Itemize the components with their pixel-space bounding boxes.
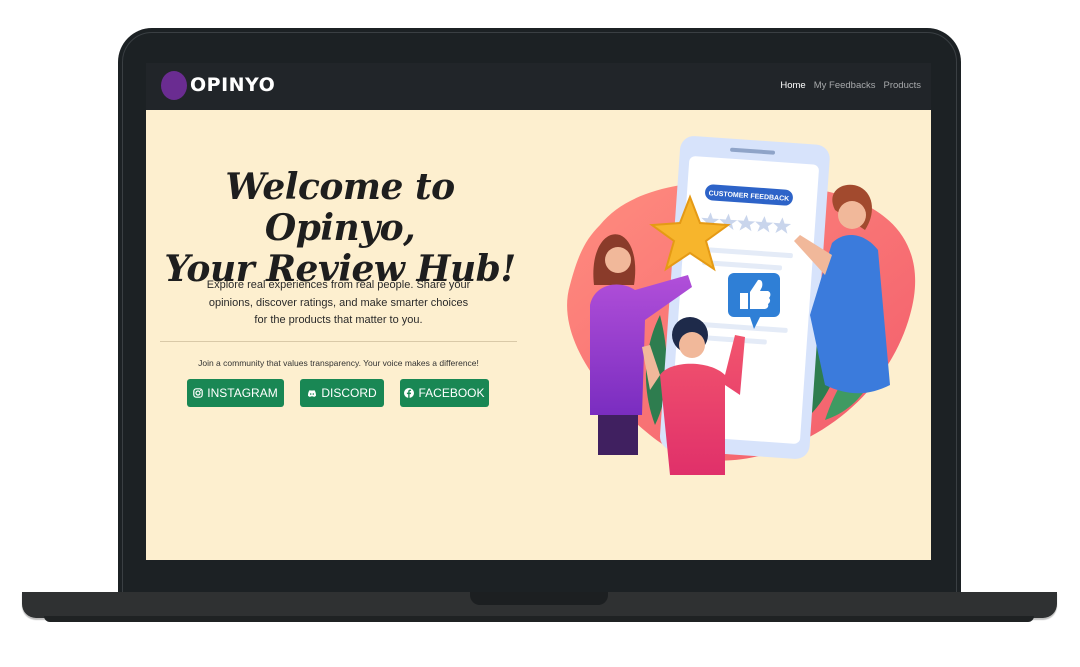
facebook-icon	[404, 388, 415, 398]
hero-title: Welcome to Opinyo, Your Review Hub!	[146, 167, 534, 290]
discord-button[interactable]: DISCORD	[300, 379, 384, 407]
instagram-button[interactable]: INSTAGRAM	[187, 379, 284, 407]
customer-feedback-illustration: CUSTOMER FEEDBACK	[567, 136, 916, 475]
hero-title-line1: Welcome to Opinyo,	[225, 166, 455, 249]
hero-description-line2: opinions, discover ratings, and make sma…	[208, 296, 469, 309]
discord-icon	[308, 390, 317, 397]
hero-description: Explore real experiences from real peopl…	[196, 277, 481, 330]
hero-divider	[160, 341, 517, 342]
instagram-button-label: INSTAGRAM	[207, 386, 278, 400]
nav-link-products[interactable]: Products	[884, 80, 922, 91]
facebook-button[interactable]: FACEBOOK	[400, 379, 489, 407]
brand-logo-icon[interactable]	[161, 71, 187, 100]
nav-links: Home My Feedbacks Products	[780, 80, 921, 91]
facebook-button-label: FACEBOOK	[418, 386, 485, 400]
nav-link-my-feedbacks[interactable]: My Feedbacks	[814, 80, 876, 91]
laptop-foot	[44, 616, 1034, 622]
instagram-icon	[193, 388, 204, 398]
laptop-screen: OPINYO Home My Feedbacks Products Welcom…	[146, 63, 931, 560]
nav-link-home[interactable]: Home	[780, 80, 805, 91]
hero-description-line3: for the products that matter to you.	[254, 314, 423, 326]
hero-description-line1: Explore real experiences from real peopl…	[206, 279, 471, 291]
brand-name[interactable]: OPINYO	[190, 74, 275, 96]
discord-button-label: DISCORD	[321, 386, 377, 400]
community-text: Join a community that values transparenc…	[198, 358, 479, 368]
navbar: OPINYO Home My Feedbacks Products	[146, 63, 931, 110]
laptop-notch	[470, 592, 608, 605]
